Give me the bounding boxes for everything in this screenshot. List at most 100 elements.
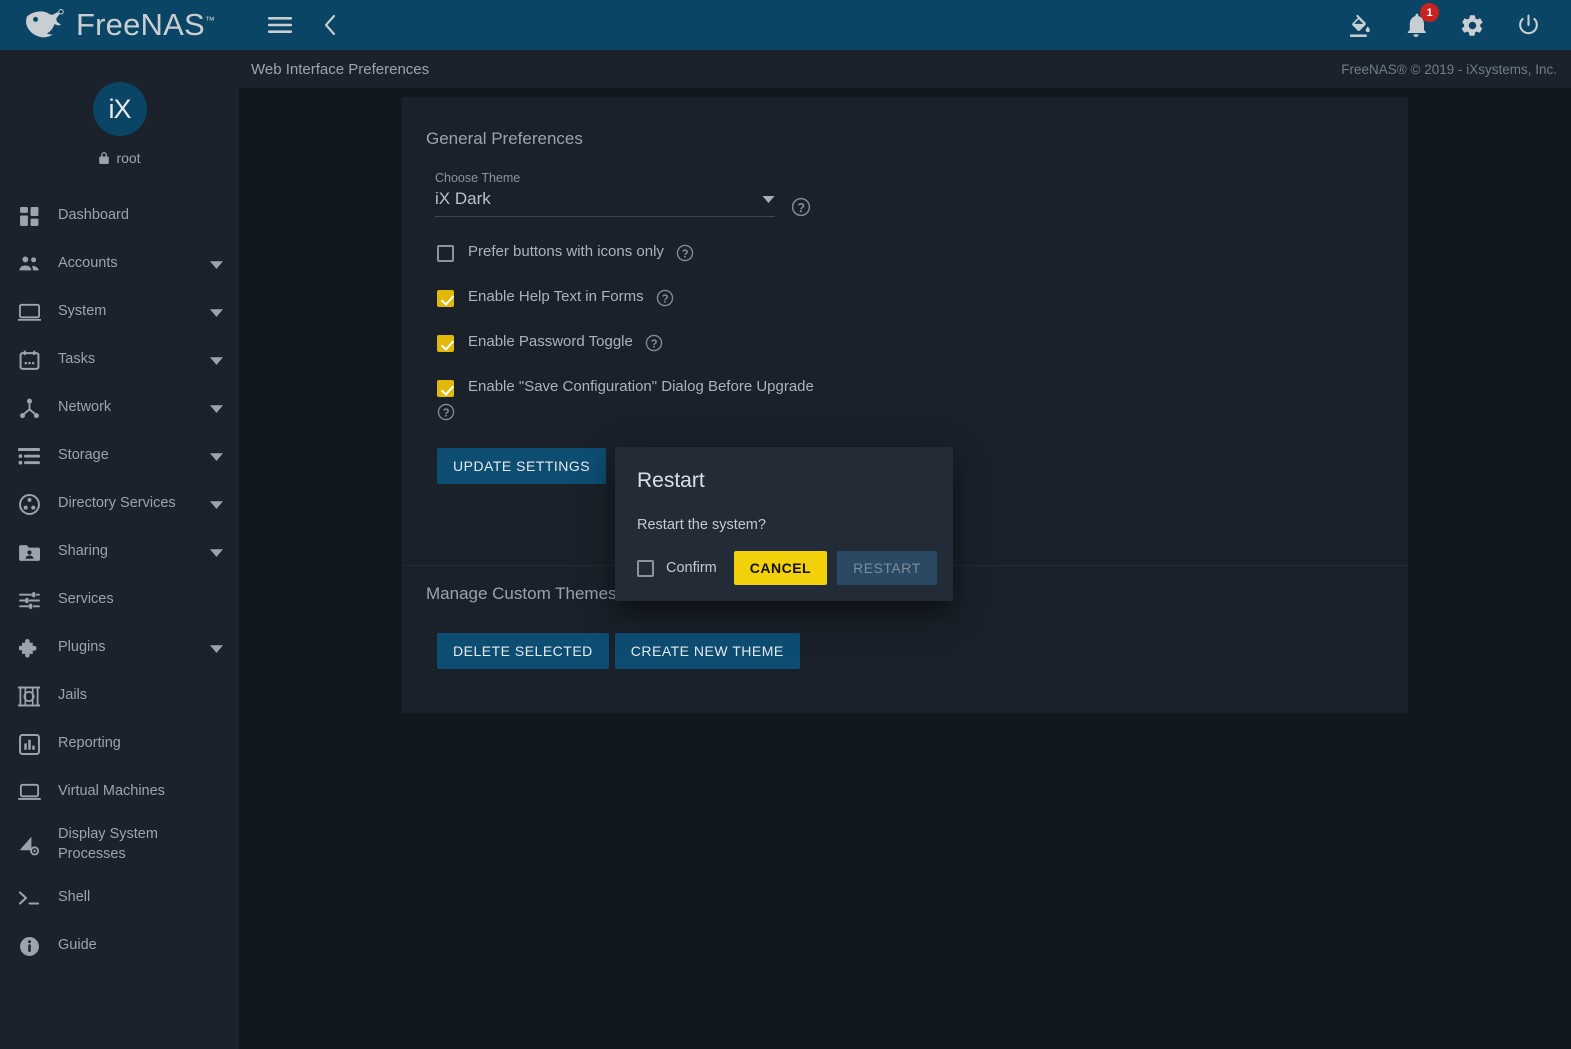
sidebar-item-reporting[interactable]: Reporting xyxy=(0,720,239,768)
pref-buttons-icons-only-row: Prefer buttons with icons only xyxy=(437,217,1408,262)
update-settings-button[interactable]: UPDATE SETTINGS xyxy=(437,448,607,484)
help-circle-icon[interactable] xyxy=(437,403,1408,421)
sidebar-item-directory-services[interactable]: Directory Services xyxy=(0,480,239,528)
sidebar-item-label: Network xyxy=(58,399,112,416)
chevron-down-icon[interactable] xyxy=(210,260,223,269)
copyright-text: FreeNAS® © 2019 - iXsystems, Inc. xyxy=(1341,61,1557,77)
sidebar-item-system[interactable]: System xyxy=(0,288,239,336)
avatar-label: iX xyxy=(108,93,131,124)
restart-button[interactable]: RESTART xyxy=(837,551,937,585)
notification-count-badge: 1 xyxy=(1420,3,1439,22)
chevron-down-icon[interactable] xyxy=(210,308,223,317)
choose-theme-field: Choose Theme iX Dark xyxy=(435,171,1408,217)
sidebar-item-label: Jails xyxy=(58,687,88,704)
sidebar-item-jails[interactable]: Jails xyxy=(0,672,239,720)
confirm-checkbox[interactable] xyxy=(637,559,654,577)
cancel-button[interactable]: CANCEL xyxy=(733,551,828,585)
sidebar-item-network[interactable]: Network xyxy=(0,384,239,432)
sidebar-item-label: Guide xyxy=(58,937,97,954)
help-circle-icon[interactable] xyxy=(676,244,694,262)
monitor-icon xyxy=(12,303,46,322)
sidebar-item-storage[interactable]: Storage xyxy=(0,432,239,480)
freenas-shark-logo-icon xyxy=(26,9,64,38)
theme-select[interactable]: Choose Theme iX Dark xyxy=(435,171,775,217)
sidebar-item-display-system-processes[interactable]: Display System Processes xyxy=(0,816,239,874)
sidebar-item-label: Directory Services xyxy=(58,495,176,512)
sidebar-item-label: Sharing xyxy=(58,543,108,560)
restart-dialog-actions: Confirm CANCEL RESTART xyxy=(637,551,937,585)
sidebar-item-label: Virtual Machines xyxy=(58,783,165,800)
help-circle-icon[interactable] xyxy=(645,334,663,352)
brand-name: FreeNAS™ xyxy=(76,7,216,42)
sidebar-item-label: Dashboard xyxy=(58,207,129,224)
create-new-theme-button[interactable]: CREATE NEW THEME xyxy=(614,633,800,669)
bar-chart-icon xyxy=(12,733,46,755)
enable-save-config-dialog-label: Enable "Save Configuration" Dialog Befor… xyxy=(468,378,814,395)
restart-dialog-title: Restart xyxy=(637,469,705,492)
custom-theme-actions: DELETE SELECTED CREATE NEW THEME xyxy=(437,633,800,669)
sidebar-item-label: Accounts xyxy=(58,255,118,272)
theme-select-control[interactable]: iX Dark xyxy=(435,189,775,217)
sidebar-item-label: System xyxy=(58,303,107,320)
hamburger-icon[interactable] xyxy=(263,8,297,42)
sidebar: iX root Dashboard Accounts System Tasks … xyxy=(0,50,239,1049)
confirm-checkbox-wrapper[interactable]: Confirm xyxy=(637,559,717,577)
jails-icon xyxy=(12,686,46,707)
enable-save-config-dialog-row: Enable "Save Configuration" Dialog Befor… xyxy=(437,352,1408,397)
sidebar-item-guide[interactable]: Guide xyxy=(0,922,239,970)
chevron-down-icon[interactable] xyxy=(762,190,775,208)
chevron-down-icon[interactable] xyxy=(210,548,223,557)
sidebar-item-services[interactable]: Services xyxy=(0,576,239,624)
power-icon[interactable] xyxy=(1511,8,1545,42)
sidebar-item-virtual-machines[interactable]: Virtual Machines xyxy=(0,768,239,816)
chevron-down-icon[interactable] xyxy=(210,452,223,461)
top-bar-left-actions xyxy=(239,8,347,42)
top-bar-right-actions: 1 xyxy=(1343,3,1571,42)
enable-save-config-help-wrapper xyxy=(437,403,1408,421)
notifications-bell-icon[interactable]: 1 xyxy=(1399,3,1439,42)
chevron-down-icon[interactable] xyxy=(210,500,223,509)
sidebar-item-dashboard[interactable]: Dashboard xyxy=(0,192,239,240)
avatar[interactable]: iX xyxy=(92,82,147,136)
brand-logo[interactable]: FreeNAS™ xyxy=(0,0,239,50)
enable-help-text-checkbox[interactable] xyxy=(437,290,454,307)
network-node-icon xyxy=(12,398,46,419)
sidebar-item-accounts[interactable]: Accounts xyxy=(0,240,239,288)
chevron-down-icon[interactable] xyxy=(210,644,223,653)
sliders-icon xyxy=(12,591,46,610)
username-row: root xyxy=(98,150,141,166)
help-circle-icon[interactable] xyxy=(656,289,674,307)
delete-selected-button[interactable]: DELETE SELECTED xyxy=(437,633,609,669)
chevron-left-icon[interactable] xyxy=(313,8,347,42)
top-bar: FreeNAS™ 1 xyxy=(0,0,1571,50)
help-circle-icon[interactable] xyxy=(791,197,811,217)
directory-services-icon xyxy=(12,493,46,515)
laptop-icon xyxy=(12,783,46,802)
sidebar-item-sharing[interactable]: Sharing xyxy=(0,528,239,576)
sidebar-item-label: Reporting xyxy=(58,735,121,752)
freenas-web-ui: FreeNAS™ 1 Web Interface Preferences Fre… xyxy=(0,0,1571,1049)
enable-help-text-row: Enable Help Text in Forms xyxy=(437,262,1408,307)
enable-save-config-dialog-checkbox[interactable] xyxy=(437,380,454,397)
pref-buttons-icons-only-checkbox[interactable] xyxy=(437,245,454,262)
preferences-card: General Preferences Choose Theme iX Dark… xyxy=(402,97,1408,713)
sidebar-item-label: Shell xyxy=(58,889,91,906)
gear-icon[interactable] xyxy=(1455,8,1489,42)
puzzle-piece-icon xyxy=(12,638,46,659)
info-circle-icon xyxy=(12,936,46,957)
enable-password-toggle-row: Enable Password Toggle xyxy=(437,307,1408,352)
sidebar-item-label: Plugins xyxy=(58,639,106,656)
sidebar-item-plugins[interactable]: Plugins xyxy=(0,624,239,672)
enable-password-toggle-checkbox[interactable] xyxy=(437,335,454,352)
dashboard-grid-icon xyxy=(12,206,46,227)
general-preferences-heading: General Preferences xyxy=(426,129,583,148)
sidebar-item-tasks[interactable]: Tasks xyxy=(0,336,239,384)
chevron-down-icon[interactable] xyxy=(210,356,223,365)
chevron-down-icon[interactable] xyxy=(210,404,223,413)
paint-bucket-icon[interactable] xyxy=(1343,8,1377,42)
breadcrumb-bar: Web Interface Preferences FreeNAS® © 201… xyxy=(239,50,1571,88)
confirm-label: Confirm xyxy=(666,560,717,576)
sidebar-item-shell[interactable]: Shell xyxy=(0,874,239,922)
restart-dialog: Restart Restart the system? Confirm CANC… xyxy=(615,447,953,601)
storage-list-icon xyxy=(12,447,46,466)
